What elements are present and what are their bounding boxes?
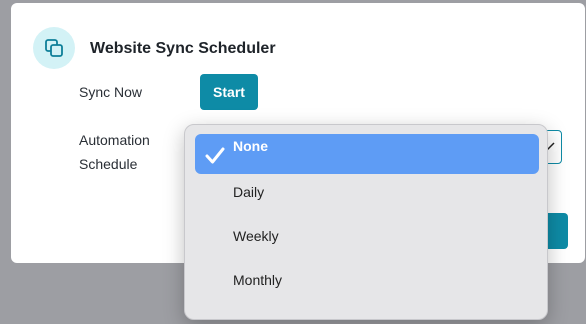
option-label: Weekly	[233, 228, 279, 244]
dialog-title: Website Sync Scheduler	[90, 40, 276, 57]
automation-label-line1: Automation	[79, 132, 150, 148]
checkmark-icon	[205, 147, 225, 164]
option-weekly[interactable]: Weekly	[195, 222, 539, 262]
schedule-dropdown-menu: None Daily Weekly Monthly	[184, 124, 548, 320]
option-label: None	[233, 138, 268, 154]
option-daily[interactable]: Daily	[195, 178, 539, 218]
copy-icon	[45, 39, 63, 57]
automation-label-line2: Schedule	[79, 156, 138, 172]
option-monthly[interactable]: Monthly	[195, 266, 539, 306]
option-none[interactable]: None	[195, 134, 539, 174]
option-label: Monthly	[233, 272, 283, 288]
dialog-icon	[33, 27, 75, 69]
start-button[interactable]: Start	[200, 74, 258, 110]
sync-now-label: Sync Now	[79, 84, 143, 100]
option-label: Daily	[233, 184, 265, 200]
automation-schedule-label: Automation Schedule	[79, 128, 150, 176]
